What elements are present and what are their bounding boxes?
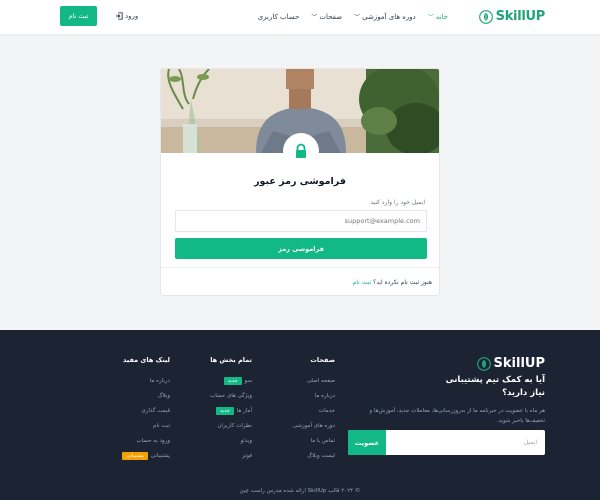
footer-link[interactable]: قیمت گذاری (122, 403, 170, 418)
footer-logo-text: SkillUP (493, 356, 545, 371)
signup-prompt-text: هنوز ثبت نام نکرده اید؟ (373, 279, 432, 286)
footer-link[interactable]: ورود به حساب (122, 433, 170, 448)
site-footer: SkillUP آیا به کمک تیم پشتیبانی نیاز دار… (0, 330, 600, 500)
footer-link-label: نظرات کاربران (217, 422, 252, 429)
footer-link[interactable]: خدمات (293, 403, 335, 418)
newsletter-subscribe-button[interactable]: عضویت (348, 430, 386, 455)
footer-logo[interactable]: SkillUP (476, 356, 545, 371)
footer-col-title: لینک های مفید (123, 356, 170, 364)
footer-link-label: درباره ما (314, 392, 335, 399)
forgot-password-button[interactable]: فراموشی رمز (175, 238, 427, 259)
footer-description: هر ماه با عضویت در خبرنامه ما از به‌روزر… (369, 408, 546, 424)
nav-account[interactable]: حساب کاربری (258, 12, 300, 21)
footer-link[interactable]: صفحه اصلی (293, 373, 335, 388)
signin-link[interactable]: ورود (115, 12, 138, 20)
footer-link-label: ویدئو (240, 437, 252, 444)
footer-link[interactable]: فوتر (210, 448, 252, 463)
footer-col-pages: صفحات صفحه اصلی درباره ما خدمات دوره های… (293, 356, 335, 463)
footer-link-label: ثبت نام (153, 422, 170, 429)
new-badge: جدید (223, 376, 242, 385)
nav-account-label: حساب کاربری (257, 12, 300, 21)
footer-link[interactable]: آمار ها جدید (210, 403, 252, 418)
main-nav: خانه ﹀ دوره های آموزشی ﹀ صفحات ﹀ حساب کا… (258, 12, 448, 22)
footer-link-label: ویژگی های حساب (210, 392, 252, 399)
footer-link-label: لیست وبلاگ (307, 452, 335, 459)
logo-leaf-icon (476, 356, 491, 371)
footer-link[interactable]: نظرات کاربران (210, 418, 252, 433)
nav-courses[interactable]: دوره های آموزشی ﹀ (354, 12, 416, 22)
footer-link-label: خدمات (318, 407, 335, 414)
footer-col-title: صفحات (310, 356, 335, 364)
footer-link[interactable]: درباره ما (293, 388, 335, 403)
nav-pages[interactable]: صفحات ﹀ (311, 12, 343, 22)
footer-link-label: آمار ها (236, 407, 252, 414)
email-field[interactable] (175, 210, 427, 232)
footer-link[interactable]: ویدئو (210, 433, 252, 448)
footer-link[interactable]: پشتیبانی پشتیبانی (122, 448, 170, 463)
logo[interactable]: SkillUP (478, 9, 546, 24)
footer-link[interactable]: وبلاگ (122, 388, 170, 403)
signup-prompt: هنوز ثبت نام نکرده اید؟ ثبت نام (353, 279, 432, 286)
footer-link[interactable]: تماس با ما (293, 433, 335, 448)
footer-link-label: ورود به حساب (136, 437, 170, 444)
login-icon (115, 12, 123, 20)
logo-text: SkillUP (495, 9, 546, 24)
lock-badge (283, 133, 319, 169)
footer-link[interactable]: لیست وبلاگ (293, 448, 335, 463)
footer-heading: آیا به کمک تیم پشتیبانی نیاز دارید؟ (445, 375, 545, 398)
support-badge: پشتیبانی (122, 451, 148, 460)
top-header: SkillUP خانه ﹀ دوره های آموزشی ﹀ صفحات ﹀… (0, 0, 600, 34)
lock-icon (296, 143, 306, 158)
copyright: © ۲۰۲۴ قالب SkillUp ارائه شده مدرس راست … (239, 488, 361, 494)
nav-home-label: خانه (435, 12, 448, 21)
logo-leaf-icon (478, 9, 493, 24)
footer-link[interactable]: ثبت نام (122, 418, 170, 433)
footer-link[interactable]: ویژگی های حساب (210, 388, 252, 403)
email-label: ایمیل خود را وارد کنید (370, 199, 425, 206)
signup-link[interactable]: ثبت نام (353, 279, 372, 286)
new-badge: جدید (216, 406, 234, 415)
footer-col-sections: تمام بخش ها سو جدید ویژگی های حساب آمار ه… (210, 356, 252, 463)
footer-link-label: صفحه اصلی (306, 377, 335, 384)
nav-home[interactable]: خانه ﹀ (427, 12, 448, 22)
nav-pages-label: صفحات (319, 12, 343, 21)
footer-col-useful: لینک های مفید درباره ما وبلاگ قیمت گذاری… (122, 356, 170, 463)
footer-link-label: وبلاگ (157, 392, 170, 399)
footer-link-label: درباره ما (149, 377, 170, 384)
newsletter-input[interactable]: ایمیل (524, 439, 537, 446)
chevron-down-icon: ﹀ (311, 14, 318, 21)
newsletter-form: ایمیل عضویت (348, 430, 545, 455)
footer-col-title: تمام بخش ها (210, 356, 252, 364)
footer-link[interactable]: سو جدید (210, 373, 252, 388)
signup-button[interactable]: ثبت نام (60, 6, 97, 26)
card-footer: هنوز ثبت نام نکرده اید؟ ثبت نام (161, 267, 439, 295)
chevron-down-icon: ﹀ (427, 14, 434, 21)
footer-link-label: تماس با ما (310, 437, 335, 444)
footer-link-label: پشتیبانی (150, 452, 170, 459)
footer-link-label: دوره های آموزشی (292, 422, 335, 429)
forgot-password-card: فراموشی رمز عبور ایمیل خود را وارد کنید … (160, 68, 440, 296)
page-title: فراموشی رمز عبور (254, 176, 346, 187)
chevron-down-icon: ﹀ (354, 14, 361, 21)
nav-courses-label: دوره های آموزشی (362, 12, 416, 21)
footer-link[interactable]: دوره های آموزشی (293, 418, 335, 433)
footer-link-label: قیمت گذاری (141, 407, 170, 414)
footer-link-label: سو (244, 377, 252, 384)
footer-link-label: فوتر (241, 452, 252, 459)
signin-label: ورود (125, 12, 139, 20)
footer-link[interactable]: درباره ما (122, 373, 170, 388)
